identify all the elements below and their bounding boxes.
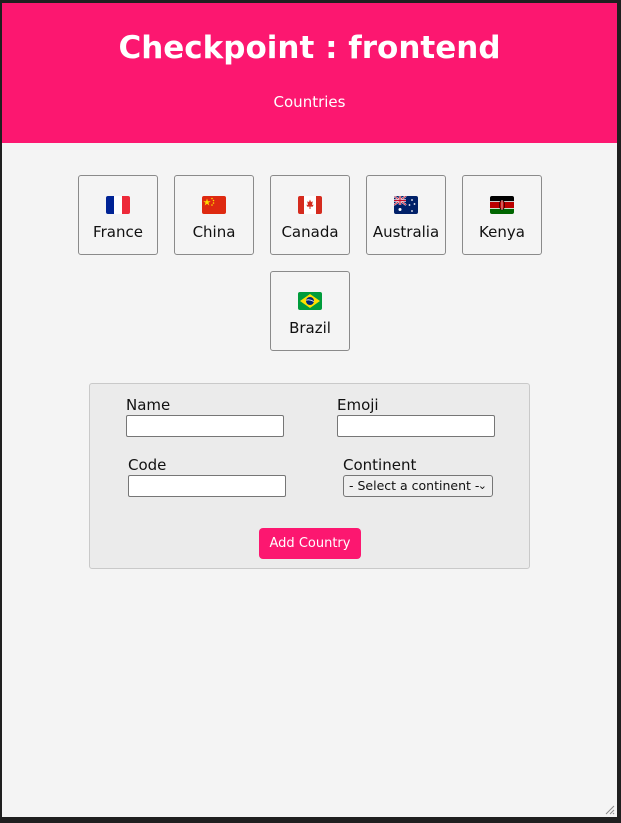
emoji-input[interactable] bbox=[337, 415, 495, 437]
canada-flag-icon bbox=[298, 196, 322, 214]
continent-label: Continent bbox=[343, 456, 417, 474]
country-card-china[interactable]: China bbox=[174, 175, 254, 255]
country-card-canada[interactable]: Canada bbox=[270, 175, 350, 255]
country-card-kenya[interactable]: Kenya bbox=[462, 175, 542, 255]
add-country-button[interactable]: Add Country bbox=[259, 528, 361, 559]
code-input[interactable] bbox=[128, 475, 286, 497]
resize-handle-icon[interactable] bbox=[603, 803, 615, 815]
page-subtitle: Countries bbox=[273, 93, 346, 111]
china-flag-icon bbox=[202, 196, 226, 214]
country-name: China bbox=[192, 223, 236, 241]
country-name: Australia bbox=[372, 223, 440, 241]
name-input[interactable] bbox=[126, 415, 284, 437]
page-header: Checkpoint : frontend Countries bbox=[2, 3, 617, 143]
country-name: Brazil bbox=[289, 319, 331, 337]
name-label: Name bbox=[126, 396, 171, 414]
app-window: Checkpoint : frontend Countries France C… bbox=[2, 3, 617, 817]
country-card-australia[interactable]: Australia bbox=[366, 175, 446, 255]
emoji-label: Emoji bbox=[337, 396, 379, 414]
australia-flag-icon bbox=[394, 196, 418, 214]
country-name: Canada bbox=[281, 223, 339, 241]
continent-selected-value: - Select a continent - bbox=[349, 478, 480, 493]
kenya-flag-icon bbox=[490, 196, 514, 214]
country-name: Kenya bbox=[479, 223, 525, 241]
country-card-brazil[interactable]: Brazil bbox=[270, 271, 350, 351]
add-country-form: Name Emoji Code Continent - Select a con… bbox=[89, 383, 530, 569]
chevron-down-icon: ⌄ bbox=[477, 479, 487, 492]
france-flag-icon bbox=[106, 196, 130, 214]
code-label: Code bbox=[128, 456, 167, 474]
continent-select[interactable]: - Select a continent - ⌄ bbox=[343, 475, 493, 497]
brazil-flag-icon bbox=[298, 292, 322, 310]
country-name: France bbox=[93, 223, 143, 241]
country-card-france[interactable]: France bbox=[78, 175, 158, 255]
page-title: Checkpoint : frontend bbox=[118, 30, 501, 66]
